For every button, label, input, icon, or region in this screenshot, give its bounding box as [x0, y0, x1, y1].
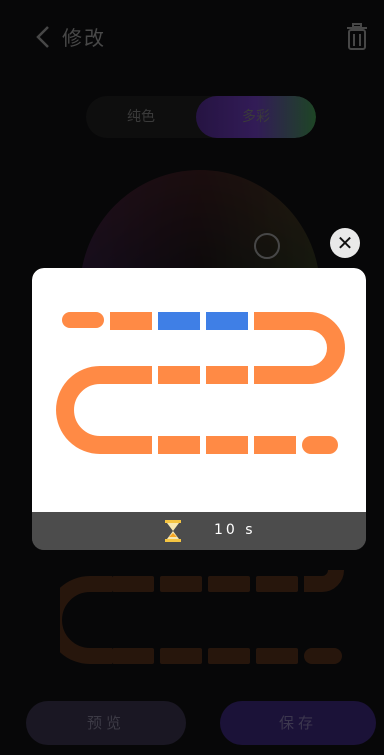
led-strip: [56, 312, 345, 454]
led-strip-curve-left: [56, 366, 110, 454]
led-segment: [254, 366, 296, 384]
close-button[interactable]: ✕: [330, 228, 360, 258]
effect-preview-dialog: 10 s: [32, 268, 366, 550]
led-segment: [158, 366, 200, 384]
led-segment: [206, 312, 248, 330]
edit-screen: 修改 纯色 多彩 预览 保存 ✕ 10 s: [0, 0, 384, 755]
led-segment: [110, 366, 152, 384]
led-segment: [110, 436, 152, 454]
close-icon: ✕: [336, 231, 354, 255]
led-segment: [302, 436, 338, 454]
led-segment: [206, 436, 248, 454]
led-segment: [254, 436, 296, 454]
effect-duration: 10 s: [214, 522, 256, 538]
hourglass-icon: [165, 520, 181, 542]
effect-timer-bar: 10 s: [32, 512, 366, 550]
led-segment: [254, 312, 296, 330]
led-segment: [206, 366, 248, 384]
effect-preview-canvas: [32, 268, 366, 512]
led-segment: [110, 312, 152, 330]
led-strip-curve-right: [296, 312, 345, 384]
led-segment: [158, 312, 200, 330]
led-segment: [158, 436, 200, 454]
led-segment: [62, 312, 104, 328]
